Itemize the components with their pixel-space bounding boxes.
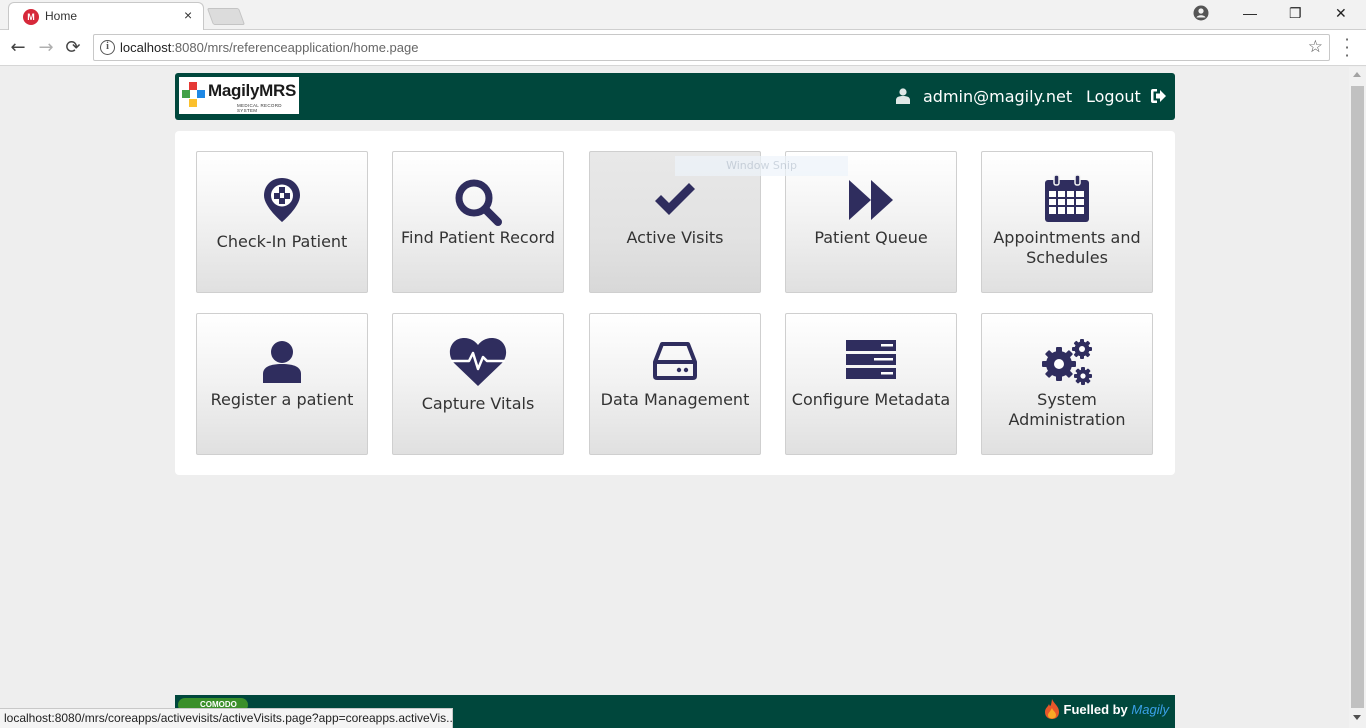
logo-mark-icon (182, 82, 205, 107)
reload-button[interactable]: ⟳ (63, 38, 83, 58)
tile-label: Appointments and Schedules (993, 228, 1141, 267)
server-icon (846, 340, 896, 379)
tile-data-management[interactable]: Data Management (589, 313, 761, 455)
tile-capture-vitals[interactable]: Capture Vitals (392, 313, 564, 455)
window-snip-overlay: Window Snip (675, 156, 848, 176)
tile-label: Data Management (600, 390, 750, 409)
heartbeat-icon (449, 337, 507, 386)
user-email[interactable]: admin@magily.net (923, 87, 1072, 106)
magily-link[interactable]: Magily (1131, 702, 1169, 717)
restore-button[interactable]: ❐ (1289, 5, 1302, 22)
logout-link[interactable]: Logout (1086, 87, 1141, 106)
tile-label: Capture Vitals (421, 394, 535, 413)
address-bar-row: ← → ⟳ i localhost:8080/mrs/referenceappl… (0, 30, 1366, 66)
tile-label: Check-In Patient (216, 232, 348, 251)
tile-label: Active Visits (626, 228, 724, 247)
browser-tab[interactable]: M Home × (8, 2, 204, 31)
tile-label: Patient Queue (814, 228, 928, 247)
favicon-icon: M (23, 9, 39, 25)
info-icon[interactable]: i (100, 40, 115, 55)
scroll-thumb[interactable] (1351, 86, 1364, 708)
sign-out-icon[interactable] (1150, 88, 1167, 104)
hard-drive-icon (653, 342, 697, 380)
logo[interactable]: MagilyMRS MEDICAL RECORD SYSTEM (179, 77, 299, 114)
new-tab-button[interactable] (206, 8, 246, 25)
search-icon (455, 179, 502, 226)
url-input[interactable]: i localhost:8080/mrs/referenceapplicatio… (93, 34, 1330, 61)
profile-icon[interactable] (1193, 5, 1209, 21)
minimize-button[interactable]: — (1243, 5, 1257, 21)
tab-close-icon[interactable]: × (184, 7, 192, 23)
app-header: MagilyMRS MEDICAL RECORD SYSTEM admin@ma… (175, 73, 1175, 120)
logo-subtitle: MEDICAL RECORD SYSTEM (237, 103, 282, 113)
tile-system-administration[interactable]: System Administration (981, 313, 1153, 455)
tile-register-a-patient[interactable]: Register a patient (196, 313, 368, 455)
tile-label: Find Patient Record (401, 228, 555, 247)
user-icon (896, 88, 910, 104)
browser-status-bar: localhost:8080/mrs/coreapps/activevisits… (0, 708, 453, 728)
forward-button[interactable]: → (36, 38, 56, 58)
fast-forward-icon (849, 180, 893, 220)
scroll-down-arrow-icon[interactable] (1353, 715, 1361, 720)
close-window-button[interactable]: ✕ (1335, 5, 1347, 22)
user-icon (263, 341, 301, 383)
tile-configure-metadata[interactable]: Configure Metadata (785, 313, 957, 455)
checkmark-icon (655, 183, 695, 215)
fuelled-by-text: Fuelled by Magily (1063, 702, 1170, 717)
flame-icon (1045, 699, 1059, 719)
tile-check-in-patient[interactable]: Check-In Patient (196, 151, 368, 293)
tile-appointments-and-schedules[interactable]: Appointments and Schedules (981, 151, 1153, 293)
app-tiles-panel: Check-In Patient Find Patient Record Act… (175, 131, 1175, 475)
browser-tab-bar: M Home × — ❐ ✕ (0, 0, 1366, 31)
tab-title: Home (45, 9, 78, 23)
scroll-up-arrow-icon[interactable] (1353, 72, 1361, 77)
scrollbar[interactable] (1349, 67, 1366, 728)
tile-label: System Administration (1008, 390, 1126, 429)
map-pin-icon (264, 178, 300, 222)
gears-icon (1042, 339, 1092, 385)
calendar-icon (1045, 174, 1089, 222)
tile-label: Register a patient (210, 390, 354, 409)
tile-find-patient-record[interactable]: Find Patient Record (392, 151, 564, 293)
tile-label: Configure Metadata (791, 390, 951, 409)
logo-text: MagilyMRS (208, 81, 296, 100)
bookmark-star-icon[interactable]: ☆ (1308, 37, 1323, 57)
browser-menu-icon[interactable]: · · · (1342, 32, 1352, 64)
back-button[interactable]: ← (8, 38, 28, 58)
url-text: localhost:8080/mrs/referenceapplication/… (120, 40, 419, 55)
